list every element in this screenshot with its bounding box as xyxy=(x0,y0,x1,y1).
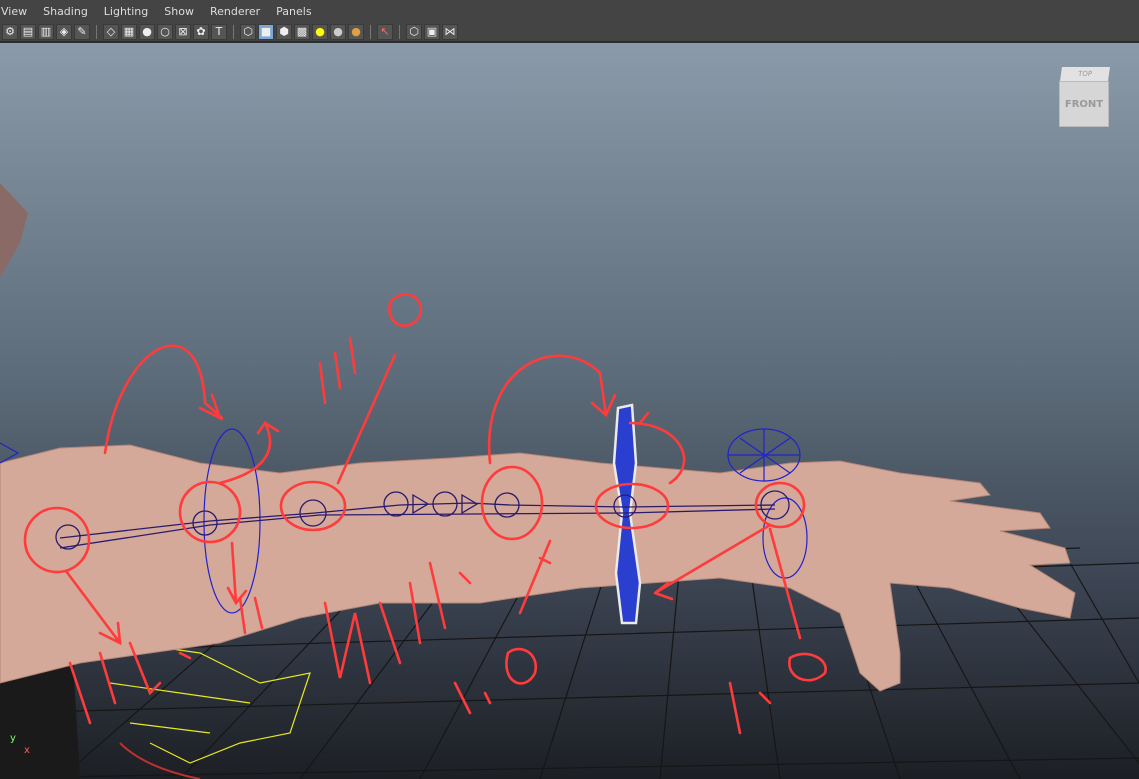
view-cube[interactable]: TOP FRONT xyxy=(1057,67,1110,127)
menu-shading[interactable]: Shading xyxy=(42,5,89,18)
xray-icon[interactable]: ⊠ xyxy=(175,23,191,40)
scene-canvas xyxy=(0,183,1139,779)
grey-sphere-icon[interactable]: ● xyxy=(330,23,346,40)
light-sphere-icon[interactable]: ● xyxy=(312,23,328,40)
yellow-guide xyxy=(69,642,311,764)
toolbar-divider xyxy=(233,24,234,39)
toolbar-divider xyxy=(370,24,371,39)
isolate-select-icon[interactable]: ↖ xyxy=(377,23,393,40)
toolbar-divider xyxy=(96,24,97,39)
view-cube-front[interactable]: FRONT xyxy=(1059,81,1109,127)
3d-viewport[interactable]: TOP FRONT y x xyxy=(0,43,1139,779)
bookmark-icon[interactable]: ▤ xyxy=(20,23,36,40)
panel-toolbar: ⚙ ▤ ▥ ◈ ✎ ◇ ▦ ● ○ ⊠ ✿ T ⬡ ■ ⬢ ▩ ● ● ● ↖ … xyxy=(0,22,1139,42)
shaded-cube-icon[interactable]: ■ xyxy=(258,23,274,40)
toolbar-divider xyxy=(399,24,400,39)
checker-icon[interactable]: ▩ xyxy=(294,23,310,40)
menu-view[interactable]: View xyxy=(0,5,28,18)
axis-x-label: x xyxy=(24,745,30,756)
text-icon[interactable]: T xyxy=(211,23,227,40)
wire-box-icon[interactable]: ⬡ xyxy=(406,23,422,40)
wireframe-icon[interactable]: ◇ xyxy=(103,23,119,40)
menu-panels[interactable]: Panels xyxy=(275,5,312,18)
smooth-cube-icon[interactable]: ⬢ xyxy=(276,23,292,40)
gold-sphere-icon[interactable]: ● xyxy=(348,23,364,40)
smooth-shade-icon[interactable]: ▦ xyxy=(121,23,137,40)
torso-mesh xyxy=(0,183,28,278)
select-camera-icon[interactable]: ✎ xyxy=(74,23,90,40)
textured-icon[interactable]: ✿ xyxy=(193,23,209,40)
default-light-icon[interactable]: ● xyxy=(139,23,155,40)
camera-attr-icon[interactable]: ⚙ xyxy=(2,23,18,40)
wire-cube-icon[interactable]: ⬡ xyxy=(240,23,256,40)
grid-icon[interactable]: ◈ xyxy=(56,23,72,40)
menu-bar: View Shading Lighting Show Renderer Pane… xyxy=(0,0,1139,22)
shadows-icon[interactable]: ○ xyxy=(157,23,173,40)
view-cube-top[interactable]: TOP xyxy=(1060,67,1110,81)
frame-box-icon[interactable]: ▣ xyxy=(424,23,440,40)
nodes-icon[interactable]: ⋈ xyxy=(442,23,458,40)
film-gate-icon[interactable]: ▥ xyxy=(38,23,54,40)
axis-y-label: y xyxy=(10,733,16,744)
menu-renderer[interactable]: Renderer xyxy=(209,5,261,18)
menu-lighting[interactable]: Lighting xyxy=(103,5,149,18)
menu-show[interactable]: Show xyxy=(163,5,195,18)
